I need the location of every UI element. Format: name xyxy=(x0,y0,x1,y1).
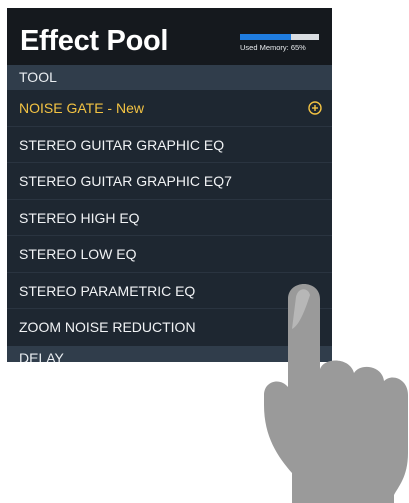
list-item-stereo-guitar-graphic-eq[interactable]: STEREO GUITAR GRAPHIC EQ xyxy=(7,127,332,163)
page-title: Effect Pool xyxy=(20,25,169,57)
list-item-label: STEREO PARAMETRIC EQ xyxy=(19,282,196,299)
list-item-stereo-high-eq[interactable]: STEREO HIGH EQ xyxy=(7,200,332,236)
list-item-label: STEREO LOW EQ xyxy=(19,246,137,262)
list-item-stereo-guitar-graphic-eq7[interactable]: STEREO GUITAR GRAPHIC EQ7 xyxy=(7,163,332,200)
section-header-tool: TOOL xyxy=(7,65,332,90)
screen: Effect Pool Used Memory: 65% TOOL NOISE … xyxy=(0,0,409,503)
add-circle-icon[interactable] xyxy=(308,101,322,115)
header: Effect Pool Used Memory: 65% xyxy=(7,8,332,65)
list-item-noise-gate[interactable]: NOISE GATE - New xyxy=(7,90,332,127)
list-item-label: NOISE GATE - New xyxy=(19,100,144,116)
memory-indicator: Used Memory: 65% xyxy=(240,34,320,53)
list-item-label: STEREO HIGH EQ xyxy=(19,209,140,226)
list-item-label: ZOOM NOISE REDUCTION xyxy=(19,319,196,335)
memory-label: Used Memory: 65% xyxy=(240,43,306,52)
list-item-label: STEREO GUITAR GRAPHIC EQ xyxy=(19,136,225,153)
memory-bar xyxy=(240,34,319,40)
list-item-stereo-low-eq[interactable]: STEREO LOW EQ xyxy=(7,236,332,273)
pointing-hand-icon xyxy=(264,284,408,503)
list-item-label: STEREO GUITAR GRAPHIC EQ7 xyxy=(19,173,232,189)
memory-bar-fill xyxy=(240,34,292,40)
